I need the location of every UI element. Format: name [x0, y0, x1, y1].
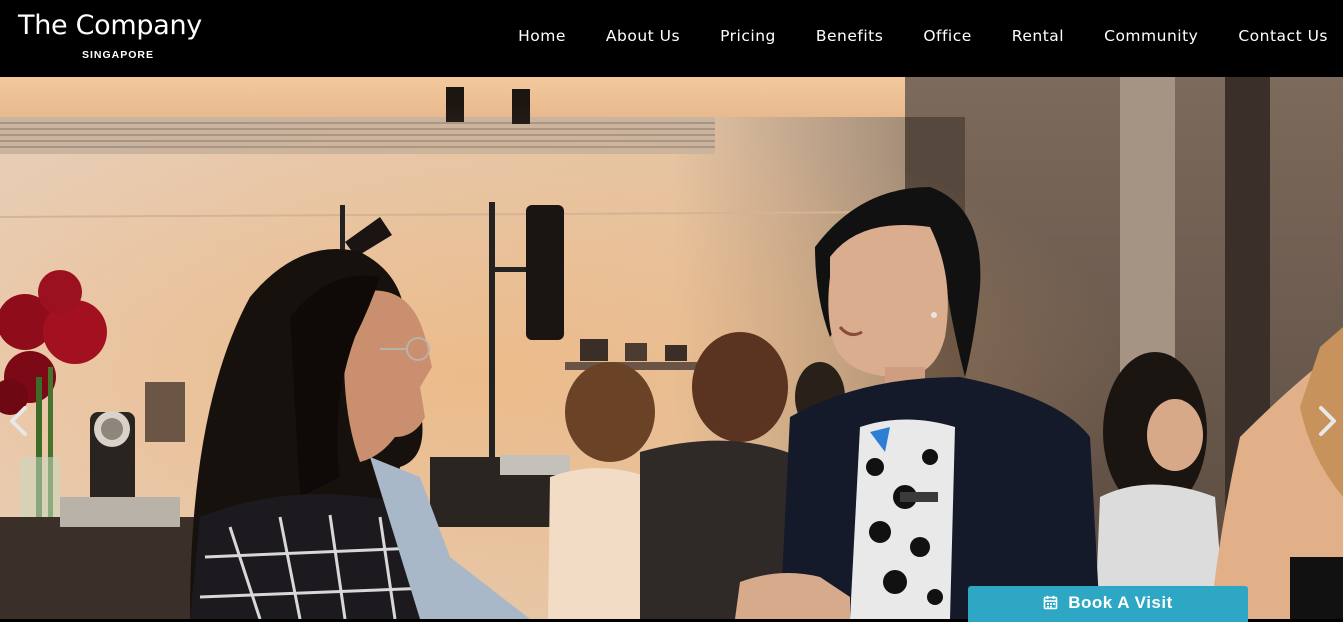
nav-item-benefits[interactable]: Benefits — [816, 27, 883, 45]
nav-item-rental[interactable]: Rental — [1012, 27, 1064, 45]
book-a-visit-label: Book A Visit — [1068, 592, 1173, 612]
nav-item-contact-us[interactable]: Contact Us — [1238, 27, 1328, 45]
logo-subtitle: SINGAPORE — [82, 49, 155, 61]
nav-item-about-us[interactable]: About Us — [606, 27, 680, 45]
book-a-visit-button[interactable]: Book A Visit — [968, 586, 1248, 622]
nav-item-pricing[interactable]: Pricing — [720, 27, 776, 45]
nav-item-office[interactable]: Office — [923, 27, 971, 45]
nav-item-home[interactable]: Home — [518, 27, 566, 45]
logo-title: The Company — [18, 10, 202, 41]
carousel-prev-button[interactable] — [6, 404, 32, 438]
calendar-icon — [1043, 595, 1058, 610]
chevron-left-icon — [10, 406, 27, 436]
site-header: The Company SINGAPORE Home About Us Pric… — [0, 0, 1343, 77]
nav-item-community[interactable]: Community — [1104, 27, 1198, 45]
hero-photo — [0, 77, 1343, 619]
logo[interactable]: The Company SINGAPORE — [18, 10, 223, 65]
carousel-next-button[interactable] — [1314, 404, 1340, 438]
chevron-right-icon — [1319, 406, 1336, 436]
main-nav: Home About Us Pricing Benefits Office Re… — [478, 27, 1328, 45]
hero-carousel-image — [0, 77, 1343, 619]
